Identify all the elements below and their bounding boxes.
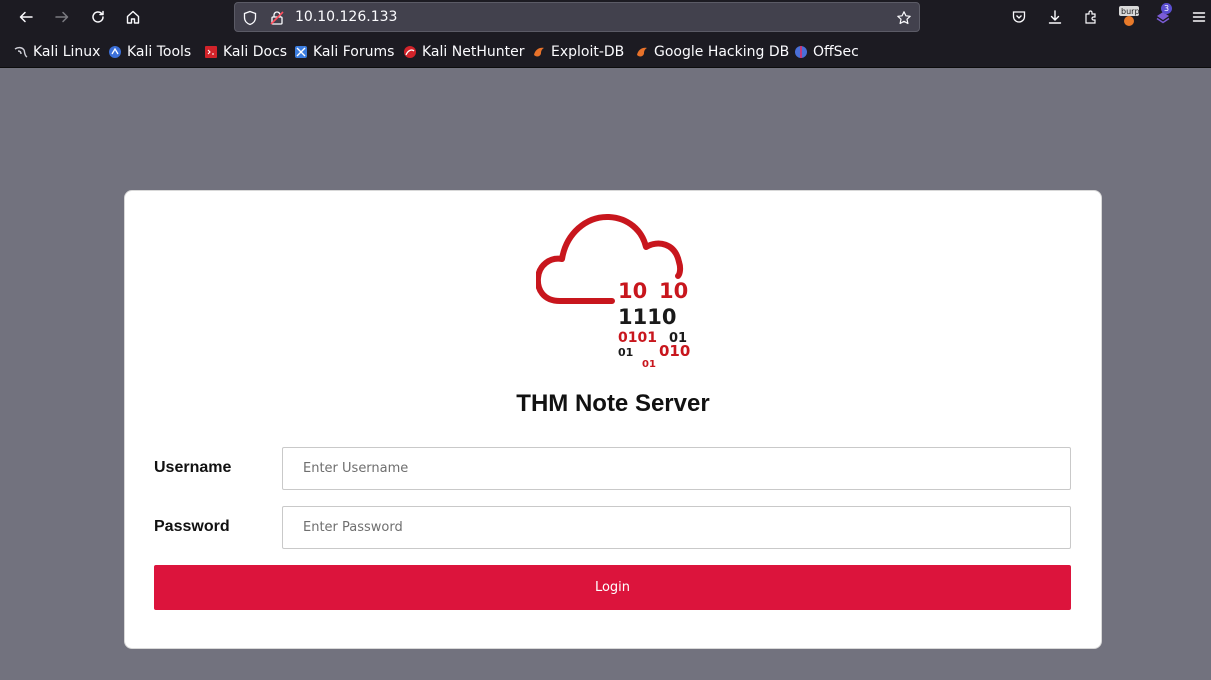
bookmark-kali-nethunter[interactable]: Kali NetHunter <box>403 43 524 61</box>
extensions-button[interactable] <box>1078 4 1104 30</box>
bookmark-kali-linux[interactable]: Kali Linux <box>14 43 100 61</box>
menu-button[interactable] <box>1186 4 1211 30</box>
shield-icon[interactable] <box>241 9 259 27</box>
home-icon <box>126 10 140 24</box>
kali-docs-icon <box>205 46 217 58</box>
download-icon <box>1048 10 1062 24</box>
login-button[interactable]: Login <box>154 565 1071 610</box>
bookmark-star-icon[interactable] <box>895 9 913 27</box>
kali-tools-icon <box>109 46 121 58</box>
bookmark-label: Kali Forums <box>313 44 395 60</box>
reload-button[interactable] <box>85 4 111 30</box>
forward-button[interactable] <box>49 4 75 30</box>
bookmark-exploit-db[interactable]: Exploit-DB <box>532 43 624 61</box>
ghdb-icon <box>637 47 647 57</box>
bookmark-label: Kali NetHunter <box>422 44 525 60</box>
bookmark-label: Google Hacking DB <box>654 44 790 60</box>
page-title: THM Note Server <box>516 390 710 417</box>
forward-arrow-icon <box>55 11 69 23</box>
logo-binary-text: 10 <box>618 279 647 303</box>
offsec-icon <box>795 46 807 58</box>
bookmark-kali-docs[interactable]: Kali Docs <box>204 43 287 61</box>
reload-icon <box>92 10 104 23</box>
password-input[interactable] <box>282 506 1071 549</box>
bookmark-google-hacking-db[interactable]: Google Hacking DB <box>635 43 789 61</box>
puzzle-piece-icon <box>1085 10 1096 24</box>
bookmark-label: Exploit-DB <box>551 44 625 60</box>
kali-forums-icon <box>295 46 307 58</box>
logo-binary-text: 0101 <box>618 330 657 346</box>
bookmark-label: Kali Tools <box>127 44 192 60</box>
back-arrow-icon <box>19 11 33 23</box>
kali-nethunter-icon <box>404 46 416 58</box>
downloads-button[interactable] <box>1042 4 1068 30</box>
burp-extension-icon[interactable]: burp <box>1118 5 1140 27</box>
logo-binary-text: 010 <box>659 342 690 360</box>
insecure-lock-icon[interactable] <box>268 9 286 27</box>
exploit-db-icon <box>534 47 544 57</box>
pocket-icon <box>1012 11 1026 23</box>
address-bar[interactable]: 10.10.126.133 <box>234 2 920 32</box>
bookmark-kali-forums[interactable]: Kali Forums <box>294 43 394 61</box>
browser-toolbar: 10.10.126.133 burp 3 <box>0 0 1211 34</box>
logo-binary-text: 10 <box>659 279 688 303</box>
svg-text:burp: burp <box>1121 7 1140 16</box>
logo-binary-text: 01 <box>642 359 656 370</box>
pocket-button[interactable] <box>1006 4 1032 30</box>
password-label: Password <box>154 518 230 535</box>
home-button[interactable] <box>120 4 146 30</box>
bookmark-offsec[interactable]: OffSec <box>794 43 859 61</box>
kali-dragon-icon <box>14 46 28 58</box>
back-button[interactable] <box>13 4 39 30</box>
bookmark-label: Kali Linux <box>33 44 101 60</box>
bookmark-label: Kali Docs <box>223 44 288 60</box>
url-text[interactable]: 10.10.126.133 <box>295 9 397 25</box>
logo-binary-text: 1110 <box>618 305 676 329</box>
username-label: Username <box>154 459 232 476</box>
extension-badge: 3 <box>1161 3 1172 14</box>
cloud-binary-logo: 10 10 1110 0101 01 01 010 01 <box>536 213 690 370</box>
bookmark-label: OffSec <box>813 44 859 60</box>
hamburger-menu-icon <box>1192 12 1206 22</box>
logo-binary-text: 01 <box>618 346 633 359</box>
username-input[interactable] <box>282 447 1071 490</box>
bookmark-kali-tools[interactable]: Kali Tools <box>108 43 191 61</box>
